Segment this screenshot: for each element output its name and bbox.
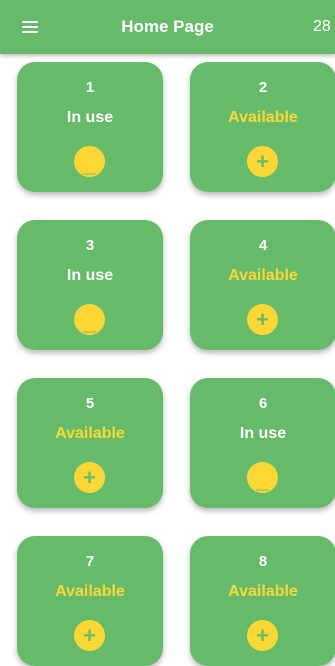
plus-icon: +	[83, 623, 96, 648]
card-number: 5	[85, 395, 95, 412]
card-1[interactable]: 1 In use _	[17, 62, 163, 192]
card-7[interactable]: 7 Available +	[17, 536, 163, 666]
app-bar: Home Page 28	[0, 0, 335, 54]
card-status: Available	[55, 583, 125, 600]
card-4[interactable]: 4 Available +	[190, 220, 335, 350]
card-action-button[interactable]: _	[74, 146, 105, 177]
card-6[interactable]: 6 In use _	[190, 378, 335, 508]
minus-icon: _	[83, 152, 96, 177]
app-bar-count: 28	[313, 18, 331, 35]
card-3[interactable]: 3 In use _	[17, 220, 163, 350]
card-2[interactable]: 2 Available +	[190, 62, 335, 192]
minus-icon: _	[256, 468, 269, 493]
card-status: Available	[228, 267, 298, 284]
card-grid: 1 In use _ 2 Available + 3 In use _ 4 Av…	[0, 0, 335, 666]
plus-icon: +	[256, 623, 269, 648]
card-action-button[interactable]: +	[247, 146, 278, 177]
card-number: 6	[258, 395, 268, 412]
card-status: Available	[228, 583, 298, 600]
card-status: Available	[228, 109, 298, 126]
plus-icon: +	[256, 307, 269, 332]
card-action-button[interactable]: +	[74, 462, 105, 493]
minus-icon: _	[83, 310, 96, 335]
page-title: Home Page	[121, 17, 214, 36]
card-status: In use	[239, 425, 287, 442]
plus-icon: +	[83, 465, 96, 490]
card-number: 8	[258, 553, 268, 570]
card-action-button[interactable]: _	[247, 462, 278, 493]
card-8[interactable]: 8 Available +	[190, 536, 335, 666]
card-number: 2	[258, 79, 268, 96]
card-action-button[interactable]: _	[74, 304, 105, 335]
card-status: In use	[66, 109, 114, 126]
card-number: 4	[258, 237, 268, 254]
plus-icon: +	[256, 149, 269, 174]
card-action-button[interactable]: +	[247, 304, 278, 335]
card-number: 1	[85, 79, 95, 96]
card-number: 3	[85, 237, 95, 254]
card-status: In use	[66, 267, 114, 284]
card-action-button[interactable]: +	[74, 620, 105, 651]
card-action-button[interactable]: +	[247, 620, 278, 651]
card-number: 7	[85, 553, 95, 570]
card-status: Available	[55, 425, 125, 442]
card-5[interactable]: 5 Available +	[17, 378, 163, 508]
